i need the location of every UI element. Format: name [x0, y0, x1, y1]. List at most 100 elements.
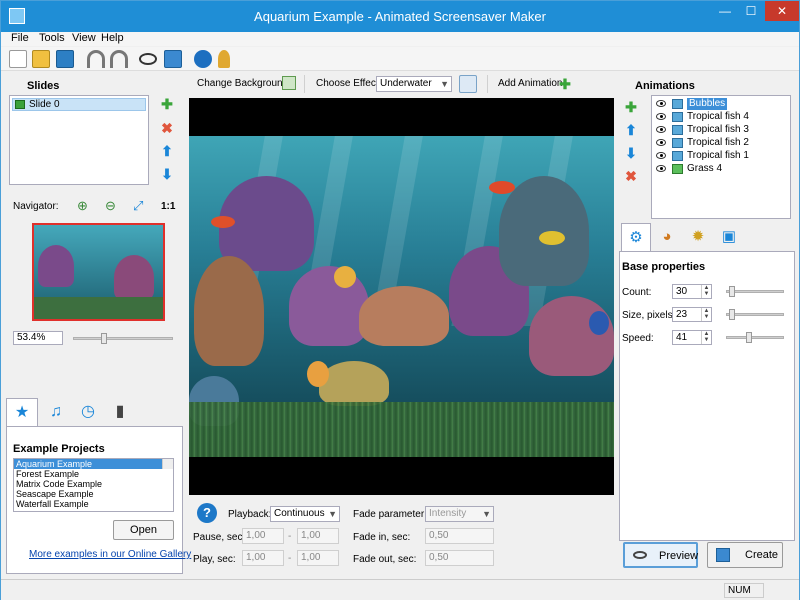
zoom-out-icon[interactable]: ⊖ [105, 198, 116, 214]
tab-star[interactable]: ★ [6, 398, 38, 426]
tab-gear[interactable]: ⚙ [621, 223, 651, 251]
fade-out-field[interactable]: 0,50 [425, 550, 494, 566]
menu-view[interactable]: View [72, 32, 96, 44]
open-icon[interactable] [32, 50, 50, 68]
new-icon[interactable] [9, 50, 27, 68]
count-field[interactable]: 30 ▲ ▼ [672, 284, 712, 299]
maximize-button[interactable]: ☐ [739, 1, 763, 21]
size-field[interactable]: 23 ▲ ▼ [672, 307, 712, 322]
preview-canvas[interactable] [189, 98, 614, 495]
play-from-field[interactable]: 1,00 [242, 550, 284, 566]
create-button[interactable]: Create [707, 542, 783, 568]
examples-list[interactable]: Aquarium Example Forest Example Matrix C… [13, 458, 174, 512]
list-item[interactable]: Tropical fish 4 [654, 111, 790, 123]
list-item[interactable]: Aquarium Example [14, 459, 173, 469]
tab-clock[interactable]: ◷ [72, 398, 104, 426]
tab-music[interactable]: ♫ [40, 398, 72, 426]
add-animation-icon[interactable]: ✚ [558, 77, 572, 91]
app-window: Aquarium Example - Animated Screensaver … [0, 0, 800, 600]
tab-video[interactable]: ▮ [104, 398, 136, 426]
close-button[interactable]: ✕ [765, 1, 799, 21]
save-icon[interactable] [56, 50, 74, 68]
animation-label: Tropical fish 4 [687, 111, 749, 122]
list-item[interactable]: Forest Example [14, 469, 173, 479]
slides-list[interactable]: Slide 0 [9, 95, 149, 185]
help-icon[interactable]: ? [197, 503, 217, 523]
eye-icon[interactable] [656, 126, 666, 133]
menu-file[interactable]: File [11, 32, 29, 44]
tab-compass[interactable]: ✹ [683, 223, 713, 251]
list-item[interactable]: Grass 4 [654, 163, 790, 175]
add-animation-label[interactable]: Add Animation [498, 74, 563, 94]
pause-from-field[interactable]: 1,00 [242, 528, 284, 544]
move-slide-up-button[interactable]: ⬆ [160, 144, 174, 158]
pause-to-field[interactable]: 1,00 [297, 528, 339, 544]
add-animation-button[interactable]: ✚ [624, 100, 638, 114]
change-background-icon[interactable] [282, 76, 296, 90]
menu-help[interactable]: Help [101, 32, 124, 44]
zoom-in-icon[interactable]: ⊕ [77, 198, 88, 214]
slide-item[interactable]: Slide 0 [12, 98, 146, 111]
tab-crop[interactable]: ▣ [714, 223, 744, 251]
add-slide-button[interactable]: ✚ [160, 97, 174, 111]
stepper-icon[interactable]: ▲ ▼ [701, 285, 711, 298]
change-background-label[interactable]: Change Background [197, 74, 288, 94]
key-icon[interactable] [218, 50, 230, 68]
examples-scrollbar[interactable] [162, 459, 173, 469]
list-item[interactable]: Seascape Example [14, 489, 173, 499]
speed-field[interactable]: 41 ▲ ▼ [672, 330, 712, 345]
move-animation-down-button[interactable]: ⬇ [624, 146, 638, 160]
size-slider-thumb[interactable] [728, 309, 735, 320]
undo-icon[interactable] [87, 50, 105, 68]
fade-parameter-select[interactable]: Intensity ▼ [425, 506, 494, 522]
minimize-button[interactable]: — [713, 1, 737, 21]
count-slider-track[interactable] [726, 290, 784, 293]
eye-icon[interactable] [656, 100, 666, 107]
count-slider-thumb[interactable] [728, 286, 735, 297]
speed-slider-thumb[interactable] [745, 332, 752, 343]
menu-tools[interactable]: Tools [39, 32, 65, 44]
fit-to-window-icon[interactable]: ⤢ [133, 198, 143, 214]
effect-settings-icon[interactable] [459, 75, 477, 93]
move-animation-up-button[interactable]: ⬆ [624, 123, 638, 137]
examples-title: Example Projects [13, 443, 105, 455]
open-button[interactable]: Open [113, 520, 174, 540]
fade-in-field[interactable]: 0,50 [425, 528, 494, 544]
info-icon[interactable] [194, 50, 212, 68]
zoom-slider-thumb[interactable] [101, 333, 108, 344]
list-item[interactable]: Tropical fish 3 [654, 124, 790, 136]
actual-size-button[interactable]: 1:1 [161, 201, 175, 212]
playback-select[interactable]: Continuous ▼ [270, 506, 340, 522]
eye-icon[interactable] [656, 165, 666, 172]
effect-select[interactable]: Underwater ▼ [376, 76, 452, 92]
slides-title: Slides [27, 80, 60, 92]
animations-list[interactable]: Bubbles Tropical fish 4 Tropical fish 3 … [651, 95, 791, 219]
publish-icon[interactable] [164, 50, 182, 68]
tab-palette[interactable]: ◕ [652, 223, 682, 251]
list-item[interactable]: Matrix Code Example [14, 479, 173, 489]
move-slide-down-button[interactable]: ⬇ [160, 167, 174, 181]
stepper-icon[interactable]: ▲ ▼ [701, 308, 711, 321]
navigator-preview[interactable] [32, 223, 165, 321]
list-item[interactable]: Bubbles [654, 98, 790, 110]
list-item[interactable]: Waterfall Example [14, 499, 173, 509]
delete-slide-button[interactable]: ✖ [160, 121, 174, 135]
delete-animation-button[interactable]: ✖ [624, 169, 638, 183]
zoom-value-field[interactable]: 53.4% [13, 331, 63, 345]
preview-icon[interactable] [139, 53, 157, 65]
speed-slider-track[interactable] [726, 336, 784, 339]
online-gallery-link[interactable]: More examples in our Online Gallery [29, 549, 191, 560]
preview-button[interactable]: Preview [623, 542, 698, 568]
play-to-field[interactable]: 1,00 [297, 550, 339, 566]
animation-icon [672, 151, 683, 161]
redo-icon[interactable] [110, 50, 128, 68]
eye-icon[interactable] [656, 152, 666, 159]
eye-icon[interactable] [656, 139, 666, 146]
size-slider-track[interactable] [726, 313, 784, 316]
list-item[interactable]: Tropical fish 1 [654, 150, 790, 162]
stepper-icon[interactable]: ▲ ▼ [701, 331, 711, 344]
zoom-slider-track[interactable] [73, 337, 173, 340]
eye-icon[interactable] [656, 113, 666, 120]
list-item[interactable]: Tropical fish 2 [654, 137, 790, 149]
animations-title: Animations [635, 80, 695, 92]
